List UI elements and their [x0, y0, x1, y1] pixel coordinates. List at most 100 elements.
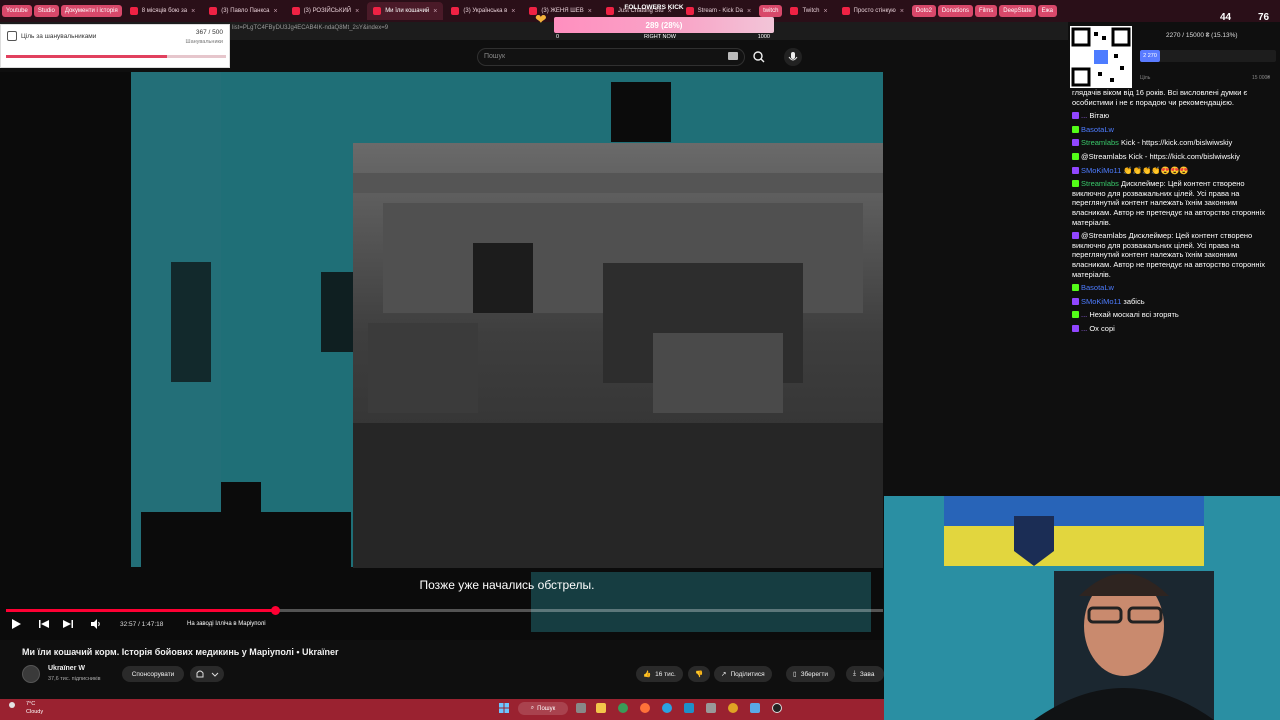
bookmark-icon: ▯ [793, 671, 797, 678]
browser-tab[interactable]: (3) РОЗІЙСЬКИЙ × [286, 2, 366, 20]
obs-icon[interactable] [772, 703, 782, 713]
notification-bell-button[interactable] [190, 666, 224, 682]
search-icon[interactable] [750, 48, 768, 66]
browser-tab[interactable]: Просто стінкую × [836, 2, 910, 20]
microphone-icon[interactable] [784, 48, 802, 66]
chat-username[interactable]: ... [1081, 310, 1087, 319]
windows-start-icon[interactable] [499, 703, 509, 713]
chat-username[interactable]: ... [1081, 111, 1087, 120]
chrome-icon[interactable] [728, 703, 738, 713]
telegram-icon[interactable] [662, 703, 672, 713]
chat-message: ... Вітаю [1072, 111, 1278, 121]
app-icon-2[interactable] [706, 703, 716, 713]
video-player[interactable]: Позже уже начались обстрелы. [131, 72, 883, 640]
tab-label: (3) Українська в [463, 8, 508, 14]
browser-tab[interactable]: (3) Українська в × [445, 2, 521, 20]
chat-username[interactable]: SMoKiMo11 [1081, 166, 1121, 175]
taskbar-search[interactable]: ⌕ Пошук [518, 702, 568, 715]
tab-close-icon[interactable]: × [433, 8, 437, 15]
video-chapter[interactable]: На заводі Ілліча в Маріуполі [187, 621, 266, 627]
app-icon[interactable] [684, 703, 694, 713]
search-input[interactable]: Пошук [477, 48, 745, 66]
dislike-button[interactable]: 👎 [688, 666, 710, 682]
browser-tab[interactable]: Twitch × [784, 2, 833, 20]
followers-value: 289 (28%) [645, 21, 683, 30]
twitch-viewer-count: 44 [1220, 12, 1232, 23]
followers-min: 0 [556, 34, 560, 40]
tab-close-icon[interactable]: × [823, 8, 827, 15]
video-subtitle: Позже уже начались обстрелы. [419, 578, 595, 592]
browser-tab[interactable]: Youtube [2, 5, 32, 17]
video-progress-bar[interactable] [6, 606, 883, 615]
chat-message: ... Нехай москалі всі згорять [1072, 310, 1278, 320]
webcam-image [884, 496, 1280, 720]
chat-username[interactable]: Streamlabs [1081, 138, 1119, 147]
save-label: Зберегти [800, 670, 828, 678]
browser-tab[interactable]: Films [974, 5, 998, 17]
browser-tab[interactable]: DeepState [999, 5, 1036, 17]
browser-tab[interactable]: Studio [33, 5, 59, 17]
previous-icon[interactable] [38, 618, 50, 630]
play-icon[interactable] [10, 618, 22, 630]
chat-username[interactable]: @Streamlabs [1081, 231, 1127, 240]
weather-status[interactable]: Cloudy [26, 709, 43, 715]
chat-username[interactable]: ... [1081, 324, 1087, 333]
channel-avatar[interactable] [22, 665, 40, 683]
volume-icon[interactable] [90, 618, 102, 630]
tab-favicon-icon [841, 7, 850, 15]
app-icon-3[interactable] [750, 703, 760, 713]
chat-username[interactable]: Streamlabs [1081, 179, 1119, 188]
browser-tab[interactable]: Doto2 [911, 5, 936, 17]
firefox-icon[interactable] [640, 703, 650, 713]
tab-close-icon[interactable]: × [273, 8, 277, 15]
tab-label: Документи і історія [64, 8, 118, 14]
chat-username[interactable]: BasotaLw [1081, 125, 1114, 134]
goal-count: 367 / 500 [195, 29, 223, 36]
save-button[interactable]: ▯ Зберегти [786, 666, 835, 682]
weather-temperature[interactable]: 7°C [26, 701, 35, 707]
keyboard-icon[interactable] [728, 52, 738, 60]
browser-tab[interactable]: Ежа [1037, 5, 1058, 17]
followers-mid-label: RIGHT NOW [644, 34, 676, 40]
followers-widget: FOLLOWERS KICK 289 (28%) 0 RIGHT NOW 100… [554, 4, 774, 44]
tab-favicon-icon [209, 7, 218, 15]
download-icon: ⤓ [853, 670, 856, 677]
browser-tab[interactable]: 8 місяців бою за × [124, 2, 201, 20]
search-placeholder: Пошук [484, 53, 506, 60]
download-button[interactable]: ⤓ Завa [846, 666, 884, 682]
thumbs-down-icon: 👎 [695, 671, 704, 678]
chat-text: Ох сорі [1089, 323, 1115, 333]
chat-badge-icon [1072, 284, 1079, 292]
chat-badge-icon [1072, 311, 1079, 319]
tab-close-icon[interactable]: × [191, 8, 195, 15]
next-icon[interactable] [62, 618, 74, 630]
share-label: Поділитися [730, 670, 765, 678]
kick-viewer-count: 76 [1258, 12, 1270, 23]
task-view-icon[interactable] [576, 703, 586, 713]
chat-username[interactable]: BasotaLw [1081, 283, 1114, 292]
browser-tab[interactable]: (3) Павло Панкса × [203, 2, 283, 20]
browser-tab[interactable]: Donations [937, 5, 973, 17]
donation-min: Ціль [1140, 75, 1151, 81]
like-button[interactable]: 👍 16 тис. [636, 666, 683, 682]
chat-badge-icon [1072, 232, 1079, 240]
goal-progress-track [6, 55, 226, 58]
chat-username[interactable]: SMoKiMo11 [1081, 297, 1121, 306]
tab-favicon-icon [790, 7, 799, 15]
channel-name[interactable]: Ukraїner W [48, 665, 85, 672]
browser-tab[interactable]: Ми їли кошачий × [367, 2, 444, 20]
tab-close-icon[interactable]: × [511, 8, 515, 15]
sponsor-button[interactable]: Спонсорувати [122, 666, 184, 682]
tab-close-icon[interactable]: × [355, 8, 359, 15]
share-button[interactable]: ↗ Поділитися [714, 666, 772, 682]
file-explorer-icon[interactable] [596, 703, 606, 713]
weather-cloud-icon[interactable] [8, 701, 16, 709]
browser-icon[interactable] [618, 703, 628, 713]
tab-close-icon[interactable]: × [900, 8, 904, 15]
chat-message: SMoKiMo11 👏👏👏👏😍😍😍 [1072, 166, 1278, 176]
donation-qr-code [1070, 26, 1132, 88]
browser-tab[interactable]: Документи і історія [60, 5, 122, 17]
chat-username[interactable]: @Streamlabs [1081, 152, 1127, 161]
tab-label: Ежа [1041, 8, 1054, 14]
url-text[interactable]: list=PLgTC4FByDU3Jg4ECAB4IK-ndaQ8Mt_2sY&… [232, 25, 388, 31]
